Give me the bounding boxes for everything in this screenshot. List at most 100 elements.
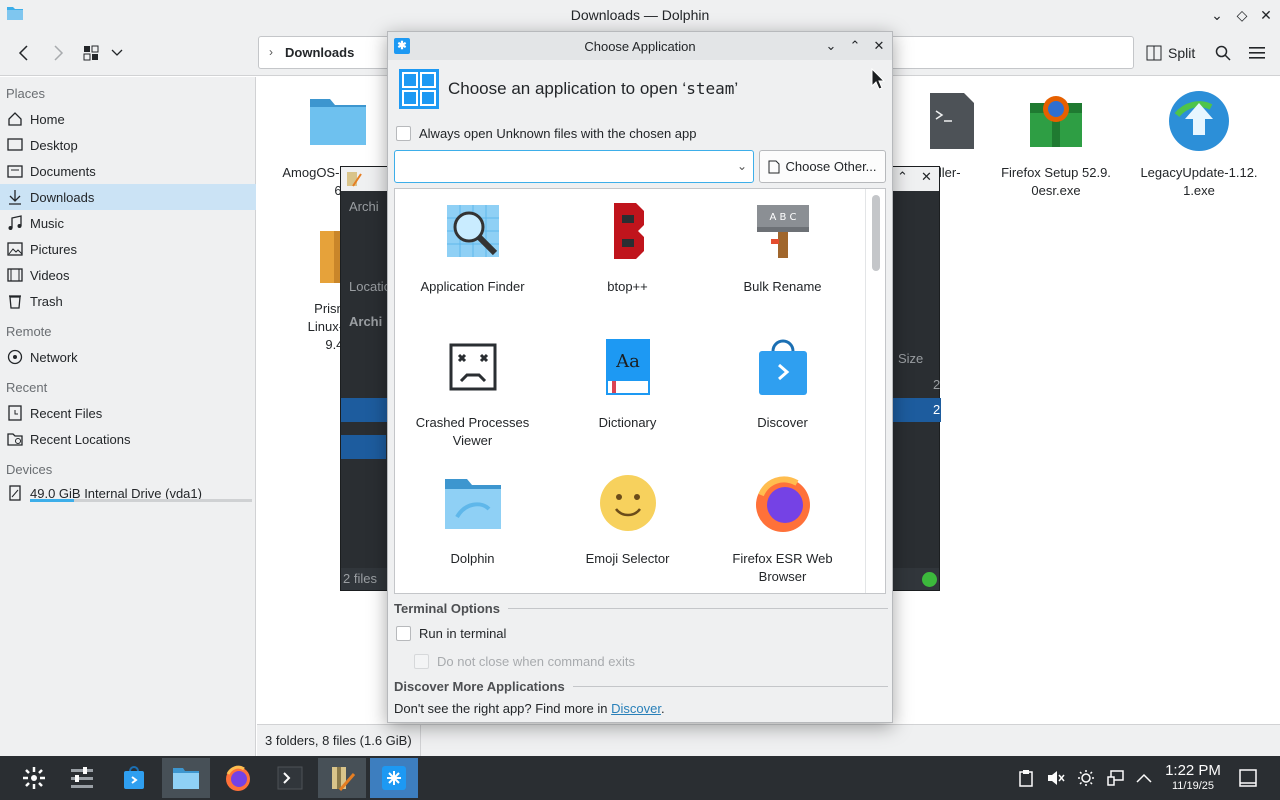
application-launcher[interactable] [10, 758, 58, 798]
dialog-heading: Choose an application to open ‘steam’ [448, 79, 738, 99]
app-item-btop[interactable]: btop++ [550, 201, 705, 296]
hamburger-menu-icon [1249, 47, 1265, 59]
file-item[interactable]: LegacyUpdate-1.12. 1.exe [1134, 89, 1264, 200]
sidebar-item-documents[interactable]: Documents [0, 158, 256, 184]
app-item-application-finder[interactable]: Application Finder [395, 201, 550, 296]
ark-maximize-button[interactable]: ⌃ [897, 169, 908, 185]
sidebar-item-videos[interactable]: Videos [0, 262, 256, 288]
tray-expand-icon[interactable] [1134, 768, 1154, 788]
forward-button[interactable] [46, 38, 70, 68]
ark-selected-row[interactable] [341, 435, 386, 459]
sidebar-item-downloads[interactable]: Downloads [0, 184, 256, 210]
sidebar-item-pictures[interactable]: Pictures [0, 236, 256, 262]
dialog-minimize-button[interactable]: ⌄ [822, 37, 840, 55]
volume-muted-icon[interactable] [1046, 768, 1066, 788]
always-open-row[interactable]: Always open Unknown files with the chose… [396, 126, 697, 141]
sidebar-item-label: Documents [30, 163, 96, 179]
digital-clock[interactable]: 1:22 PM 11/19/25 [1160, 762, 1226, 792]
run-in-terminal-checkbox[interactable] [396, 626, 411, 641]
discover-prompt: Don't see the right app? Find more in [394, 701, 612, 716]
folder-icon [173, 768, 199, 789]
terminal-icon [277, 766, 303, 790]
firefox-icon [226, 765, 250, 791]
sidebar-item-home[interactable]: Home [0, 106, 256, 132]
dialog-maximize-button[interactable]: ⌃ [846, 37, 864, 55]
app-item-emoji-selector[interactable]: Emoji Selector [550, 473, 705, 568]
ark-task[interactable] [318, 758, 366, 798]
app-item-dolphin[interactable]: Dolphin [395, 473, 550, 568]
firefox-task[interactable] [214, 758, 262, 798]
places-header: Places [6, 86, 46, 101]
firefox-icon [755, 476, 810, 532]
sidebar-item-recent-files[interactable]: Recent Files [0, 400, 256, 426]
sidebar-item-recent-locations[interactable]: Recent Locations [0, 426, 256, 452]
sidebar-item-trash[interactable]: Trash [0, 288, 256, 314]
file-name: 1.exe [1183, 183, 1215, 198]
heading-prefix: Choose an application to open ‘ [448, 79, 687, 98]
status-indicator-icon [922, 572, 937, 587]
choose-other-button[interactable]: Choose Other... [759, 150, 886, 183]
pictures-icon [6, 240, 24, 258]
status-bar: 3 folders, 8 files (1.6 GiB) [257, 724, 1280, 757]
do-not-close-checkbox [414, 654, 429, 669]
discover-task[interactable] [110, 758, 158, 798]
places-panel: Places Home Desktop Documents Downloads … [0, 77, 256, 756]
breadcrumb-downloads[interactable]: Downloads [285, 45, 354, 60]
dialog-titlebar[interactable]: ✱ Choose Application ⌄ ⌃ ✕ [388, 32, 892, 60]
view-mode-button[interactable] [80, 38, 102, 68]
ark-close-button[interactable]: ✕ [921, 169, 932, 185]
recent-header: Recent [6, 380, 48, 395]
discover-link[interactable]: Discover [611, 701, 661, 716]
app-item-crashed-processes-viewer[interactable]: Crashed Processes Viewer [395, 337, 550, 450]
ark-size-value: 2 [933, 377, 941, 392]
file-name: 0esr.exe [1031, 183, 1081, 198]
konsole-task[interactable] [266, 758, 314, 798]
sidebar-item-label: Videos [30, 267, 70, 283]
application-combo[interactable]: ⌄ [394, 150, 754, 183]
sidebar-item-label: Pictures [30, 241, 77, 257]
back-button[interactable] [12, 38, 36, 68]
view-mode-dropdown[interactable] [108, 38, 126, 68]
scroll-track[interactable] [865, 189, 866, 593]
dialog-close-button[interactable]: ✕ [870, 37, 888, 55]
terminal-options-header: Terminal Options [394, 601, 888, 616]
sidebar-item-desktop[interactable]: Desktop [0, 132, 256, 158]
sidebar-item-label: Recent Files [30, 405, 103, 421]
split-button[interactable]: Split [1146, 38, 1195, 68]
maximize-button[interactable]: ◇ [1233, 6, 1251, 24]
sidebar-item-network[interactable]: Network [0, 344, 256, 370]
folder-icon [310, 99, 366, 145]
application-list[interactable]: Application Finder btop++ A B C Bulk Ren… [394, 188, 886, 594]
sidebar-item-internal-drive[interactable]: 49.0 GiB Internal Drive (vda1) [0, 480, 256, 506]
sidebar-item-music[interactable]: Music [0, 210, 256, 236]
app-item-firefox-esr[interactable]: Firefox ESR Web Browser [705, 473, 860, 586]
dolphin-task[interactable] [162, 758, 210, 798]
app-item-dictionary[interactable]: Aa Dictionary [550, 337, 705, 432]
sidebar-item-label: Recent Locations [30, 431, 131, 447]
file-item[interactable]: Firefox Setup 52.9. 0esr.exe [991, 89, 1121, 200]
system-settings-task[interactable] [58, 758, 106, 798]
run-in-terminal-row[interactable]: Run in terminal [396, 626, 506, 641]
smiley-icon [599, 475, 656, 531]
network-wired-icon[interactable] [1106, 768, 1126, 788]
choose-application-task[interactable] [370, 758, 418, 798]
close-button[interactable]: ✕ [1257, 6, 1275, 24]
clipboard-icon[interactable] [1016, 768, 1036, 788]
search-button[interactable] [1212, 38, 1234, 68]
discover-end: . [660, 701, 665, 716]
dolphin-titlebar[interactable]: Downloads — Dolphin ⌄ ◇ ✕ [0, 0, 1280, 30]
app-name: Application Finder [420, 279, 525, 294]
discover-more-title: Discover More Applications [394, 679, 565, 694]
app-item-discover[interactable]: Discover [705, 337, 860, 432]
brightness-icon[interactable] [1076, 768, 1096, 788]
app-item-bulk-rename[interactable]: A B C Bulk Rename [705, 201, 860, 296]
magnifier-icon [446, 205, 499, 257]
drive-icon [6, 484, 24, 502]
scrollbar-thumb[interactable] [872, 195, 880, 271]
always-open-checkbox[interactable] [396, 126, 411, 141]
dolphin-folder-icon [444, 479, 501, 529]
minimize-button[interactable]: ⌄ [1208, 6, 1226, 24]
show-desktop-icon[interactable] [1238, 768, 1258, 788]
menu-button[interactable] [1246, 38, 1268, 68]
run-in-terminal-label: Run in terminal [419, 626, 507, 641]
